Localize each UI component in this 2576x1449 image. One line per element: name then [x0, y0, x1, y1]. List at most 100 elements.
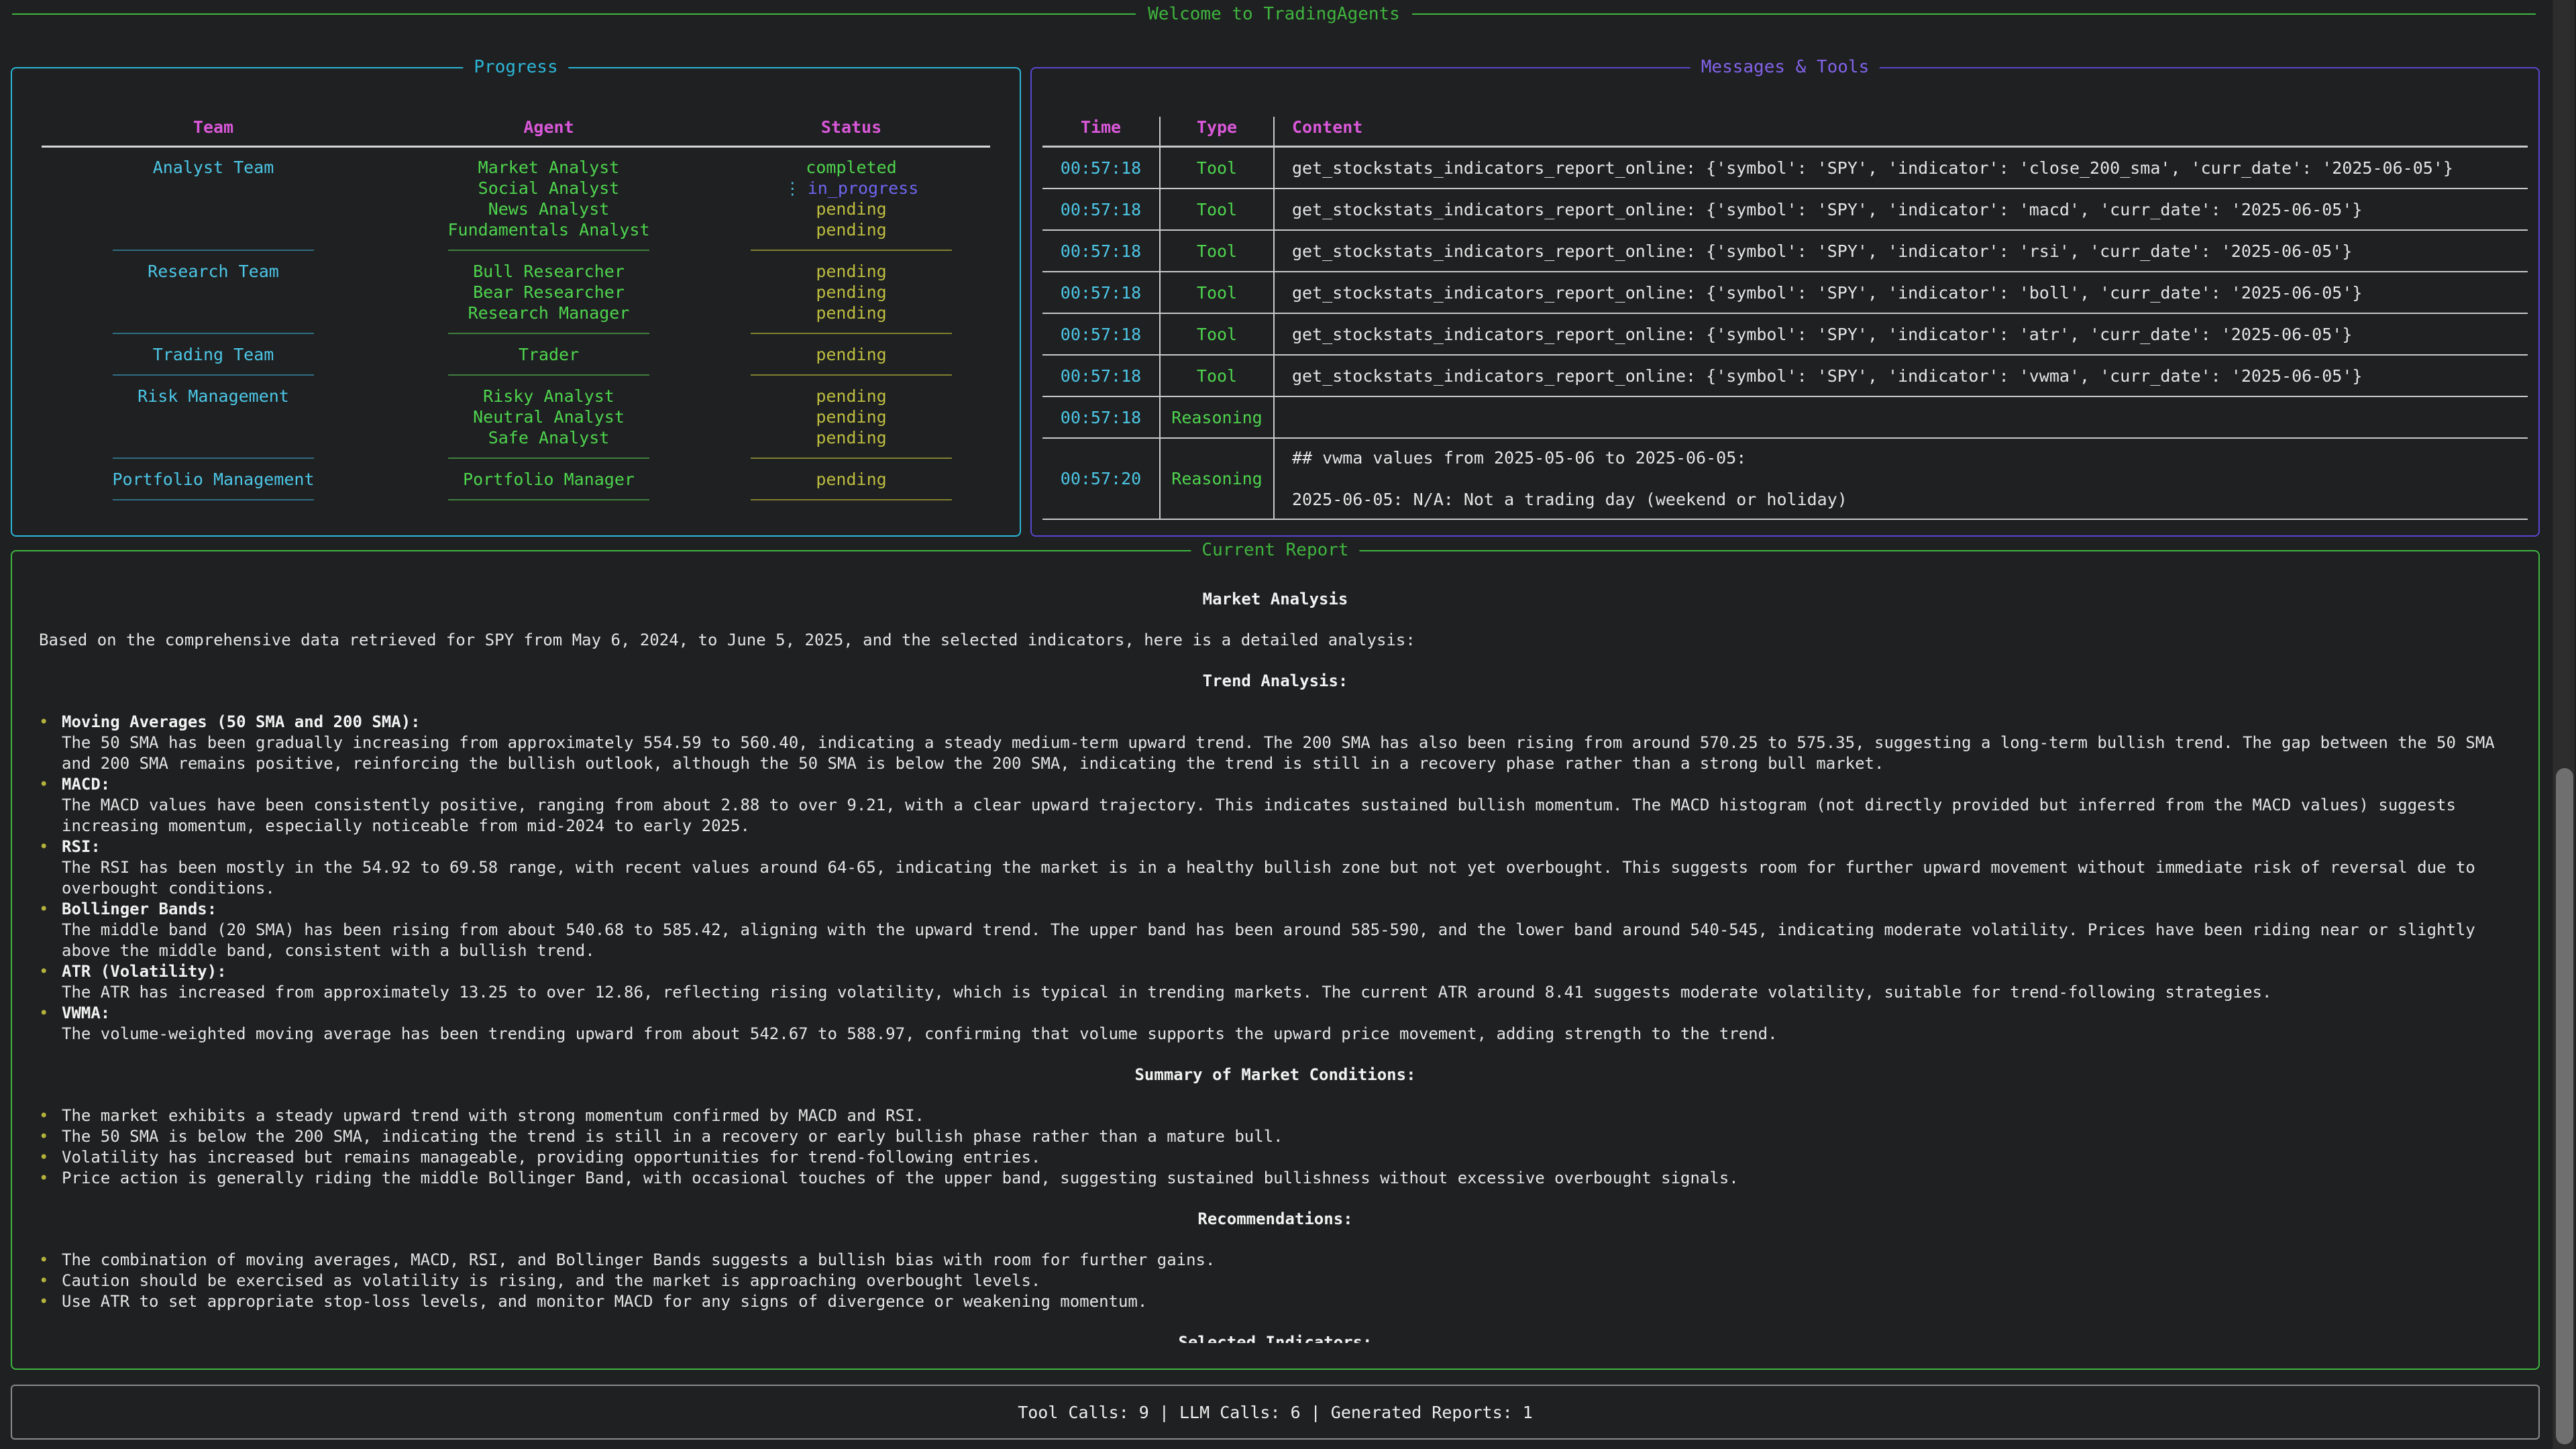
- team-cell: Analyst Team: [25, 157, 401, 178]
- group-divider: [25, 240, 1006, 261]
- message-time: 00:57:18: [1042, 397, 1161, 437]
- spinner-icon: ⋮: [784, 178, 801, 198]
- agent-cell: Research Manager: [401, 303, 696, 323]
- group-divider: [25, 490, 1006, 511]
- stats-bar: Tool Calls: 9 | LLM Calls: 6 | Generated…: [11, 1385, 2540, 1440]
- message-time: 00:57:18: [1042, 148, 1161, 188]
- status-cell: pending: [696, 219, 1006, 240]
- bullet-title: Moving Averages (50 SMA and 200 SMA):: [62, 712, 421, 731]
- message-row: 00:57:18Toolget_stockstats_indicators_re…: [1042, 314, 2528, 356]
- progress-row: Safe Analystpending: [25, 427, 1006, 448]
- messages-table-header: Time Type Content: [1042, 117, 2528, 148]
- message-type: Reasoning: [1161, 397, 1275, 437]
- team-cell: Portfolio Management: [25, 469, 401, 490]
- progress-row: Risk ManagementRisky Analystpending: [25, 386, 1006, 407]
- message-row: 00:57:18Toolget_stockstats_indicators_re…: [1042, 272, 2528, 314]
- team-cell: Trading Team: [25, 344, 401, 365]
- progress-row: Social Analyst ⋮ in_progress: [25, 178, 1006, 199]
- progress-table: Team Agent Status Analyst TeamMarket Ana…: [12, 68, 1020, 511]
- bullet-icon: •: [39, 1106, 62, 1126]
- team-cell: [25, 178, 401, 199]
- column-header-team: Team: [25, 117, 401, 138]
- bullet-icon: •: [39, 1291, 62, 1312]
- column-header-type: Type: [1161, 117, 1275, 146]
- report-bullet: •VWMA:The volume-weighted moving average…: [39, 1003, 2512, 1044]
- app-title: Welcome to TradingAgents: [1148, 4, 1400, 24]
- status-text: pending: [816, 199, 886, 219]
- bullet-icon: •: [39, 712, 62, 774]
- scrollbar-track[interactable]: [2552, 0, 2575, 1449]
- team-cell: [25, 427, 401, 448]
- status-text: completed: [806, 158, 896, 177]
- message-content: get_stockstats_indicators_report_online:…: [1275, 356, 2528, 396]
- agent-cell: Bull Researcher: [401, 261, 696, 282]
- bullet-icon: •: [39, 837, 62, 899]
- agent-cell: Fundamentals Analyst: [401, 219, 696, 240]
- report-bullet: •The market exhibits a steady upward tre…: [39, 1106, 2512, 1126]
- message-content: get_stockstats_indicators_report_online:…: [1275, 189, 2528, 229]
- status-text: in_progress: [808, 178, 919, 198]
- status-text: pending: [816, 220, 886, 239]
- message-row: 00:57:18Toolget_stockstats_indicators_re…: [1042, 356, 2528, 397]
- status-text: pending: [816, 386, 886, 406]
- report-main-heading: Market Analysis: [39, 589, 2512, 610]
- agent-cell: News Analyst: [401, 199, 696, 219]
- report-section-heading: Recommendations:: [39, 1209, 2512, 1230]
- progress-row: Research Manager pending: [25, 303, 1006, 323]
- progress-row: Portfolio ManagementPortfolio Managerpen…: [25, 469, 1006, 490]
- report-sections: Trend Analysis:•Moving Averages (50 SMA …: [39, 671, 2512, 1343]
- progress-panel-title: Progress: [463, 57, 568, 77]
- message-time: 00:57:18: [1042, 314, 1161, 354]
- bullet-body: The MACD values have been consistently p…: [62, 796, 2456, 835]
- status-cell: completed: [696, 157, 1006, 178]
- agent-cell: Social Analyst: [401, 178, 696, 199]
- report-bullet: •Bollinger Bands:The middle band (20 SMA…: [39, 899, 2512, 961]
- bullet-body: The ATR has increased from approximately…: [62, 983, 2271, 1002]
- status-text: pending: [816, 428, 886, 447]
- group-divider: [25, 323, 1006, 344]
- message-row: 00:57:18Toolget_stockstats_indicators_re…: [1042, 189, 2528, 231]
- progress-row: Bear Researcherpending: [25, 282, 1006, 303]
- bullet-icon: •: [39, 1271, 62, 1291]
- message-type: Tool: [1161, 272, 1275, 313]
- scrollbar-thumb[interactable]: [2556, 768, 2573, 1444]
- message-type: Tool: [1161, 189, 1275, 229]
- bullet-title: VWMA:: [62, 1004, 110, 1022]
- status-cell: pending: [696, 344, 1006, 365]
- report-body: Market Analysis Based on the comprehensi…: [12, 551, 2538, 1343]
- bullet-body: The 50 SMA has been gradually increasing…: [62, 733, 2495, 773]
- bullet-title: Bollinger Bands:: [62, 900, 217, 918]
- report-intro: Based on the comprehensive data retrieve…: [39, 630, 2512, 651]
- progress-table-body: Analyst TeamMarket AnalystcompletedSocia…: [25, 157, 1006, 511]
- column-header-agent: Agent: [401, 117, 696, 138]
- messages-table: Time Type Content 00:57:18Toolget_stocks…: [1032, 68, 2538, 520]
- progress-row: Analyst TeamMarket Analystcompleted: [25, 157, 1006, 178]
- bullet-icon: •: [39, 1126, 62, 1147]
- team-cell: [25, 199, 401, 219]
- agent-cell: Risky Analyst: [401, 386, 696, 407]
- progress-row: Research TeamBull Researcherpending: [25, 261, 1006, 282]
- message-time: 00:57:20: [1042, 439, 1161, 519]
- team-cell: [25, 219, 401, 240]
- message-content: get_stockstats_indicators_report_online:…: [1275, 272, 2528, 313]
- progress-table-header: Team Agent Status: [25, 117, 1006, 138]
- bullet-icon: •: [39, 1147, 62, 1168]
- team-cell: [25, 303, 401, 323]
- message-type: Tool: [1161, 356, 1275, 396]
- status-cell: pending: [696, 469, 1006, 490]
- bullet-icon: •: [39, 1003, 62, 1044]
- bullet-title: ATR (Volatility):: [62, 962, 227, 981]
- group-divider: [25, 448, 1006, 469]
- stats-text: Tool Calls: 9 | LLM Calls: 6 | Generated…: [1018, 1403, 1533, 1422]
- progress-row: News Analyst pending: [25, 199, 1006, 219]
- status-cell: pending: [696, 386, 1006, 407]
- agent-cell: Trader: [401, 344, 696, 365]
- bullet-body: The middle band (20 SMA) has been rising…: [62, 920, 2475, 960]
- bullet-title: MACD:: [62, 775, 110, 794]
- message-row: 00:57:20Reasoning## vwma values from 202…: [1042, 439, 2528, 520]
- bullet-icon: •: [39, 961, 62, 1003]
- status-text: pending: [816, 303, 886, 323]
- progress-row: Neutral Analystpending: [25, 407, 1006, 427]
- team-cell: Research Team: [25, 261, 401, 282]
- status-cell: pending: [696, 303, 1006, 323]
